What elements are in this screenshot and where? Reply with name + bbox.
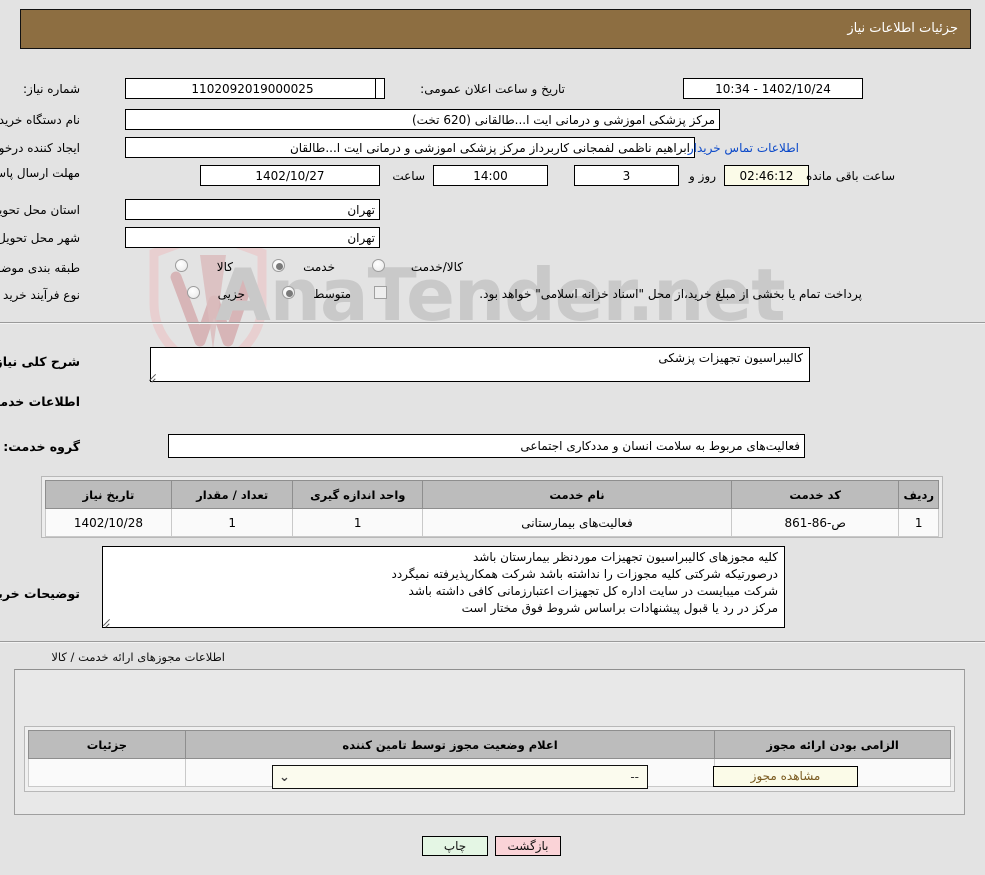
- view-permit-button[interactable]: مشاهده مجوز: [713, 766, 858, 787]
- radio-category-service[interactable]: [272, 259, 285, 272]
- treasury-docs-label: پرداخت تمام یا بخشی از مبلغ خرید،از محل …: [479, 287, 862, 301]
- buyer-notes-line-3: شرکت میبایست در سایت اداره کل تجهیزات اع…: [408, 584, 778, 598]
- treasury-docs-checkbox[interactable]: [374, 286, 387, 299]
- need-description-textarea[interactable]: کالیبراسیون تجهیزات پزشکی: [150, 347, 810, 382]
- radio-category-goods-service[interactable]: [372, 259, 385, 272]
- label-service-group: گروه خدمت:: [3, 439, 80, 454]
- buyer-notes-line-4: مرکز در رد یا قبول پیشنهادات براساس شروط…: [461, 601, 778, 615]
- permits-section-heading: اطلاعات مجوزهای ارائه خدمت / کالا: [51, 650, 225, 664]
- permits-table-header-row: الزامی بودن ارائه مجوز اعلام وضعیت مجوز …: [28, 730, 951, 759]
- need-number-field[interactable]: 1102092019000025: [125, 78, 380, 99]
- col-permit-details: جزئیات: [28, 730, 186, 759]
- delivery-city-field[interactable]: تهران: [125, 227, 380, 248]
- radio-process-medium[interactable]: [282, 286, 295, 299]
- label-hours-remaining: ساعت باقی مانده: [805, 169, 895, 183]
- radio-label-category-goods: کالا: [216, 260, 233, 274]
- page-title-bar: جزئیات اطلاعات نیاز: [20, 9, 971, 49]
- label-purchase-process: نوع فرآیند خرید :: [0, 288, 80, 302]
- col-service-name: نام خدمت: [422, 480, 732, 509]
- page-title: جزئیات اطلاعات نیاز: [847, 21, 958, 36]
- label-need-description: شرح کلی نیاز:: [0, 354, 80, 369]
- print-button[interactable]: چاپ: [422, 836, 488, 856]
- label-delivery-city: شهر محل تحویل:: [0, 231, 80, 245]
- radio-label-category-goods-service: کالا/خدمت: [410, 260, 463, 274]
- cell-service-name: فعالیت‌های بیمارستانی: [422, 508, 732, 537]
- buyer-contact-link[interactable]: اطلاعات تماس خریدار: [688, 141, 799, 155]
- permit-status-dropdown[interactable]: -- ⌄: [272, 765, 648, 789]
- label-hour: ساعت: [392, 169, 425, 183]
- cell-permit-details: [28, 758, 186, 787]
- divider-2: [0, 641, 985, 643]
- cell-service-code: ص-86-861: [730, 508, 900, 537]
- cell-measure-unit: 1: [292, 508, 424, 537]
- col-permit-required: الزامی بودن ارائه مجوز: [714, 730, 951, 759]
- permit-status-value: --: [630, 770, 639, 784]
- label-buyer-notes: توضیحات خریدار:: [0, 586, 80, 601]
- col-service-code: کد خدمت: [730, 480, 900, 509]
- buyer-notes-line-2: درصورتیکه شرکتی کلیه مجوزات را نداشته با…: [391, 567, 778, 581]
- col-measure-unit: واحد اندازه گیری: [292, 480, 424, 509]
- label-request-creator: ایجاد کننده درخواست:: [0, 141, 80, 155]
- label-response-deadline: مهلت ارسال پاسخ: تا تاریخ:: [0, 166, 80, 180]
- buyer-notes-textarea[interactable]: کلیه مجوزهای کالیبراسیون تجهیزات موردنظر…: [102, 546, 785, 628]
- col-quantity: تعداد / مقدار: [170, 480, 294, 509]
- cell-quantity: 1: [170, 508, 294, 537]
- label-delivery-province: استان محل تحویل:: [0, 203, 80, 217]
- services-section-heading: اطلاعات خدمات مورد نیاز: [0, 394, 80, 409]
- buyer-notes-line-1: کلیه مجوزهای کالیبراسیون تجهیزات موردنظر…: [473, 550, 778, 564]
- announce-datetime-field[interactable]: 1402/10/24 - 10:34: [683, 78, 863, 99]
- days-remaining-field[interactable]: 3: [574, 165, 679, 186]
- service-group-field[interactable]: فعالیت‌های مربوط به سلامت انسان و مددکار…: [168, 434, 805, 458]
- label-announce-datetime: تاریخ و ساعت اعلان عمومی:: [420, 82, 565, 96]
- services-table: ردیف کد خدمت نام خدمت واحد اندازه گیری ت…: [45, 480, 939, 537]
- deadline-time-field[interactable]: 14:00: [433, 165, 548, 186]
- radio-process-minor[interactable]: [187, 286, 200, 299]
- col-need-date: تاریخ نیاز: [45, 480, 172, 509]
- col-permit-status: اعلام وضعیت مجوز توسط تامین کننده: [184, 730, 716, 759]
- page-root: AnaTender.net جزئیات اطلاعات نیاز شماره …: [0, 0, 985, 875]
- col-row-number: ردیف: [898, 480, 939, 509]
- radio-label-process-medium: متوسط: [313, 287, 351, 301]
- deadline-date-field[interactable]: 1402/10/27: [200, 165, 380, 186]
- divider-1: [0, 322, 985, 324]
- radio-category-goods[interactable]: [175, 259, 188, 272]
- radio-label-category-service: خدمت: [303, 260, 335, 274]
- back-button[interactable]: بازگشت: [495, 836, 561, 856]
- services-table-header-row: ردیف کد خدمت نام خدمت واحد اندازه گیری ت…: [45, 480, 939, 509]
- label-days-and: روز و: [689, 169, 716, 183]
- label-subject-category: طبقه بندی موضوعی:: [0, 261, 80, 275]
- delivery-province-field[interactable]: تهران: [125, 199, 380, 220]
- countdown-field: 02:46:12: [724, 165, 809, 186]
- cell-row-number: 1: [898, 508, 939, 537]
- spacer: [375, 78, 385, 99]
- buyer-org-field[interactable]: مرکز پزشکی اموزشی و درمانی ایت ا...طالقا…: [125, 109, 720, 130]
- chevron-down-icon: ⌄: [279, 770, 290, 785]
- radio-label-process-minor: جزیی: [217, 287, 245, 301]
- services-table-row: 1 ص-86-861 فعالیت‌های بیمارستانی 1 1 140…: [45, 508, 939, 537]
- label-buyer-org: نام دستگاه خریدار:: [0, 113, 80, 127]
- request-creator-field[interactable]: ابراهیم ناظمی لفمجانی کاربرداز مرکز پزشک…: [125, 137, 695, 158]
- label-need-number: شماره نیاز:: [23, 82, 80, 96]
- cell-need-date: 1402/10/28: [45, 508, 172, 537]
